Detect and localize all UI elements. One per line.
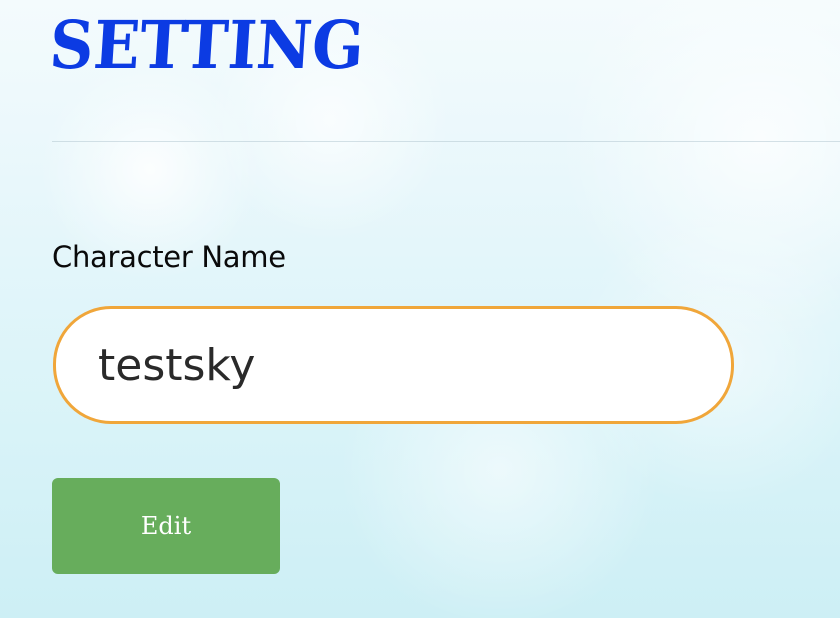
- page-title: SETTING: [47, 6, 367, 84]
- title-divider: [52, 141, 840, 142]
- edit-button[interactable]: Edit: [52, 478, 280, 574]
- character-name-input[interactable]: [53, 306, 734, 424]
- character-name-label: Character Name: [52, 240, 286, 274]
